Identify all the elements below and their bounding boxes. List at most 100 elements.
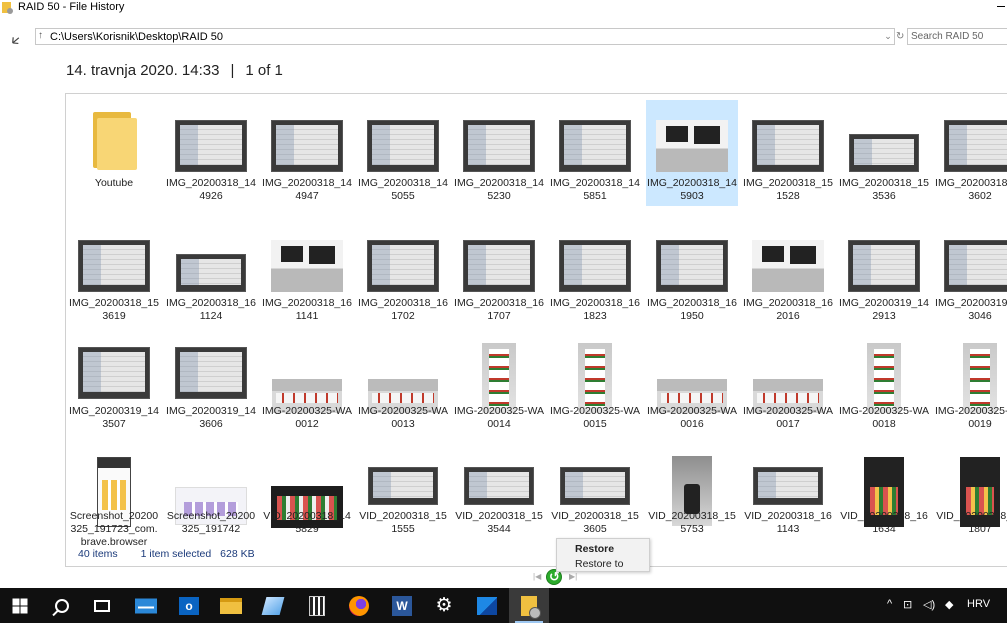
file-item[interactable]: IMG_20200319_143507 (68, 327, 160, 430)
file-item[interactable]: IMG_20200318_153619 (68, 220, 160, 322)
chevron-up-icon[interactable]: ^ (887, 598, 892, 610)
title-bar: RAID 50 - File History (0, 0, 1007, 16)
file-item[interactable]: IMG-20200325-WA0013 (357, 327, 449, 430)
file-item[interactable]: IMG_20200318_153536 (838, 100, 930, 202)
start-button[interactable] (0, 588, 40, 623)
file-thumbnail (848, 240, 920, 292)
file-item[interactable]: IMG-20200325-WA0015 (549, 327, 641, 430)
file-item[interactable]: IMG_20200318_145903 (646, 100, 738, 206)
file-item[interactable]: VID_20200318_153544 (453, 433, 545, 535)
file-item[interactable]: VID_20200318_161634 (838, 433, 930, 535)
snapshot-heading: 14. travnja 2020. 14:33 | 1 of 1 (66, 62, 283, 79)
selection-count: 1 item selected (140, 548, 212, 560)
file-name: Screenshot_20200325_191723_com.brave.bro… (69, 510, 159, 548)
task-view-button[interactable] (82, 588, 122, 623)
file-item[interactable]: VID_20200318_145829 (261, 433, 353, 535)
file-name: VID_20200318_161634 (840, 510, 928, 535)
file-name: VID_20200318_161807 (936, 510, 1007, 535)
file-item[interactable]: IMG_20200318_144926 (165, 100, 257, 202)
next-version-icon[interactable]: ▶| (569, 572, 577, 581)
file-item[interactable]: VID_20200318_153605 (549, 433, 641, 535)
mail-app-button[interactable] (126, 588, 166, 623)
restore-context-menu: Restore Restore to (556, 538, 650, 572)
file-item[interactable]: IMG-20200325-WA0017 (742, 327, 834, 430)
firefox-button[interactable] (339, 588, 379, 623)
file-item[interactable]: Screenshot_20200325_191723_com.brave.bro… (68, 433, 160, 548)
file-thumbnail (176, 254, 246, 292)
file-explorer-button[interactable] (211, 588, 251, 623)
folder-item[interactable]: Youtube (68, 100, 160, 200)
minimize-button[interactable] (997, 0, 1007, 12)
dropbox-icon[interactable]: ◆ (945, 598, 953, 611)
refresh-icon[interactable]: ↻ (896, 28, 906, 45)
file-item[interactable]: IMG_20200318_145230 (453, 100, 545, 202)
search-placeholder: Search RAID 50 (911, 31, 984, 42)
file-item[interactable]: VID_20200318_161143 (742, 433, 834, 535)
file-name: IMG_20200318_153602 (935, 177, 1007, 202)
file-item[interactable]: IMG_20200318_161823 (549, 220, 641, 322)
file-thumbnail (559, 240, 631, 292)
file-item[interactable]: IMG-20200325-WA0018 (838, 327, 930, 430)
file-item[interactable]: IMG-20200325-WA0019 (934, 327, 1007, 430)
file-thumbnail (78, 347, 150, 399)
search-icon (55, 598, 69, 613)
address-bar[interactable]: ↑ C:\Users\Korisnik\Desktop\RAID 50 ⌄ (35, 28, 895, 45)
file-item[interactable]: IMG_20200318_161707 (453, 220, 545, 322)
file-item[interactable]: IMG_20200319_143606 (165, 327, 257, 430)
file-item[interactable]: IMG_20200318_153602 (934, 100, 1007, 202)
file-name: IMG_20200318_161950 (647, 297, 737, 322)
settings-button[interactable]: ⚙ (424, 588, 464, 623)
input-language[interactable]: HRV (967, 598, 990, 610)
file-name: VID_20200318_145829 (263, 510, 351, 535)
file-item[interactable]: IMG_20200318_162016 (742, 220, 834, 322)
window-title: RAID 50 - File History (18, 1, 125, 13)
file-thumbnail (560, 467, 630, 505)
file-item[interactable]: IMG_20200318_145055 (357, 100, 449, 202)
menu-item-restore[interactable]: Restore (575, 543, 614, 555)
file-history-button[interactable] (509, 588, 549, 623)
file-item[interactable]: IMG_20200318_161141 (261, 220, 353, 322)
outlook-app-button[interactable]: o (169, 588, 209, 623)
folder-icon (91, 108, 137, 170)
file-item[interactable]: IMG_20200318_145851 (549, 100, 641, 202)
file-item[interactable]: IMG_20200318_144947 (261, 100, 353, 202)
taskbar-search-button[interactable] (42, 588, 82, 623)
file-thumbnail (271, 240, 343, 292)
file-item[interactable]: VID_20200318_151555 (357, 433, 449, 535)
file-item[interactable]: IMG_20200318_161950 (646, 220, 738, 322)
file-thumbnail (175, 347, 247, 399)
search-input[interactable]: Search RAID 50 (907, 28, 1007, 45)
photos-button[interactable] (467, 588, 507, 623)
file-item[interactable]: VID_20200318_155753 (646, 433, 738, 535)
word-button[interactable]: W (382, 588, 422, 623)
file-name: IMG-20200325-WA0018 (838, 405, 930, 430)
file-item[interactable]: IMG-20200325-WA0014 (453, 327, 545, 430)
file-name: IMG-20200325-WA0013 (357, 405, 449, 430)
volume-icon[interactable]: ◁) (923, 598, 935, 611)
file-name: Youtube (94, 177, 134, 189)
menu-item-restore-to[interactable]: Restore to (575, 558, 623, 570)
chevron-down-icon[interactable]: ⌄ (882, 29, 894, 44)
network-icon[interactable]: ⊡ (903, 598, 912, 611)
file-item[interactable]: IMG_20200318_151528 (742, 100, 834, 202)
file-item[interactable]: IMG-20200325-WA0012 (261, 327, 353, 430)
file-item[interactable]: IMG_20200319_142913 (838, 220, 930, 322)
file-item[interactable]: IMG_20200318_161702 (357, 220, 449, 322)
file-name: IMG_20200318_145230 (454, 177, 544, 202)
file-name: IMG-20200325-WA0019 (934, 405, 1007, 430)
previous-version-icon[interactable]: |◀ (533, 572, 541, 581)
file-view[interactable]: Youtube IMG_20200318_144926 IMG_20200318_1… (65, 93, 1007, 567)
calculator-button[interactable] (297, 588, 337, 623)
file-thumbnail (963, 343, 997, 413)
file-item[interactable]: IMG_20200319_143046 (934, 220, 1007, 322)
file-item[interactable]: VID_20200318_161807 (934, 433, 1007, 535)
file-thumbnail (849, 134, 919, 172)
snip-app-button[interactable] (253, 588, 293, 623)
file-name: IMG_20200319_143507 (69, 405, 159, 430)
file-name: VID_20200318_151555 (359, 510, 447, 535)
file-item[interactable]: Screenshot_20200325_191742 (165, 433, 257, 535)
back-arrow-icon[interactable] (8, 35, 22, 47)
file-item[interactable]: IMG-20200325-WA0016 (646, 327, 738, 430)
up-arrow-icon[interactable]: ↑ (38, 30, 43, 41)
file-item[interactable]: IMG_20200318_161124 (165, 220, 257, 322)
